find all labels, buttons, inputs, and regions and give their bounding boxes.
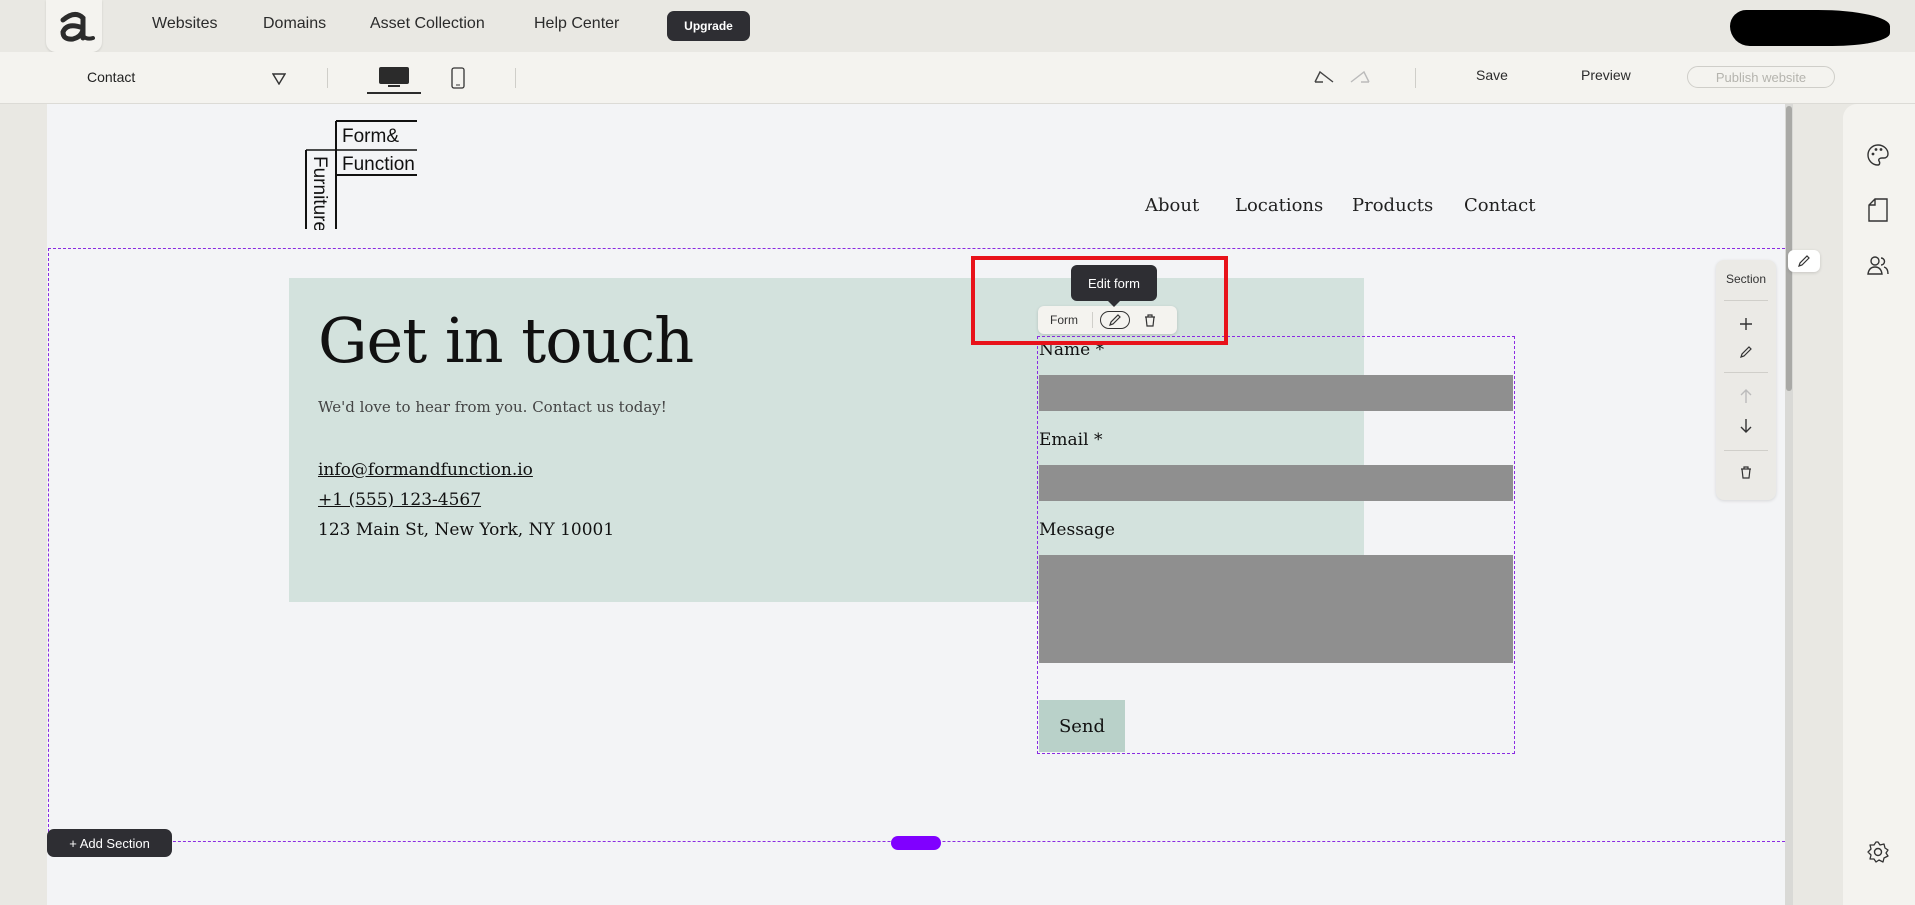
desktop-view-button[interactable] (367, 62, 421, 94)
publish-website-button[interactable]: Publish website (1687, 66, 1835, 88)
nav-websites[interactable]: Websites (152, 15, 218, 33)
add-icon[interactable] (1736, 314, 1756, 334)
site-logo[interactable]: Form& Function Furniture (305, 120, 418, 232)
email-field[interactable] (1039, 465, 1513, 501)
desktop-icon (379, 67, 409, 87)
page-heading: Get in touch (318, 304, 694, 377)
page-icon[interactable] (1865, 197, 1891, 223)
right-side-panel (1843, 104, 1915, 905)
logo-text-function: Function (342, 154, 415, 175)
mobile-view-button[interactable] (448, 62, 468, 94)
highlight-annotation-box (971, 256, 1228, 345)
message-label: Message (1039, 520, 1115, 540)
message-textarea[interactable] (1039, 555, 1513, 663)
trash-icon[interactable] (1736, 462, 1756, 482)
pencil-icon[interactable] (1736, 342, 1756, 362)
site-nav-products[interactable]: Products (1352, 195, 1433, 216)
users-icon[interactable] (1865, 252, 1891, 278)
scrollbar-thumb[interactable] (1786, 106, 1792, 391)
name-field[interactable] (1039, 375, 1513, 411)
email-label: Email * (1039, 430, 1103, 450)
section-resize-handle[interactable] (891, 836, 941, 850)
preview-button[interactable]: Preview (1581, 67, 1631, 83)
add-section-button[interactable]: + Add Section (47, 829, 172, 857)
contact-address: 123 Main St, New York, NY 10001 (318, 520, 615, 540)
palette-icon[interactable] (1865, 142, 1891, 168)
save-button[interactable]: Save (1476, 67, 1508, 83)
redo-icon[interactable] (1348, 68, 1372, 90)
undo-icon[interactable] (1312, 68, 1336, 90)
send-button[interactable]: Send (1039, 700, 1125, 752)
divider (1724, 450, 1768, 451)
nav-asset-collection[interactable]: Asset Collection (370, 15, 485, 33)
divider (515, 68, 516, 88)
mobile-icon (451, 67, 465, 89)
chevron-down-icon[interactable] (271, 70, 287, 89)
contact-email-link[interactable]: info@formandfunction.io (318, 460, 533, 480)
app-logo-icon[interactable] (46, 0, 102, 52)
divider (327, 68, 328, 88)
site-nav-about[interactable]: About (1145, 195, 1199, 216)
top-nav-bar: Websites Domains Asset Collection Help C… (0, 0, 1915, 52)
user-avatar[interactable] (1730, 10, 1890, 46)
contact-subtext: We'd love to hear from you. Contact us t… (318, 398, 667, 416)
editor-toolbar: Contact Save Preview Publish website (0, 52, 1915, 104)
divider (1415, 68, 1416, 88)
nav-domains[interactable]: Domains (263, 15, 326, 33)
contact-phone-link[interactable]: +1 (555) 123-4567 (318, 490, 481, 510)
site-nav-locations[interactable]: Locations (1235, 195, 1323, 216)
nav-help-center[interactable]: Help Center (534, 15, 619, 33)
site-nav-contact[interactable]: Contact (1464, 195, 1535, 216)
section-panel-title: Section (1725, 272, 1767, 286)
logo-text-form: Form& (342, 126, 399, 147)
section-edit-button[interactable] (1788, 250, 1820, 272)
logo-text-furniture: Furniture (309, 156, 330, 230)
divider (1724, 372, 1768, 373)
pencil-icon (1798, 255, 1810, 267)
arrow-down-icon[interactable] (1736, 416, 1756, 436)
divider (1724, 300, 1768, 301)
section-controls-panel: Section (1716, 260, 1776, 500)
upgrade-button[interactable]: Upgrade (667, 11, 750, 41)
page-selector[interactable]: Contact (87, 69, 135, 85)
arrow-up-icon[interactable] (1736, 386, 1756, 406)
settings-gear-icon[interactable] (1865, 839, 1891, 865)
